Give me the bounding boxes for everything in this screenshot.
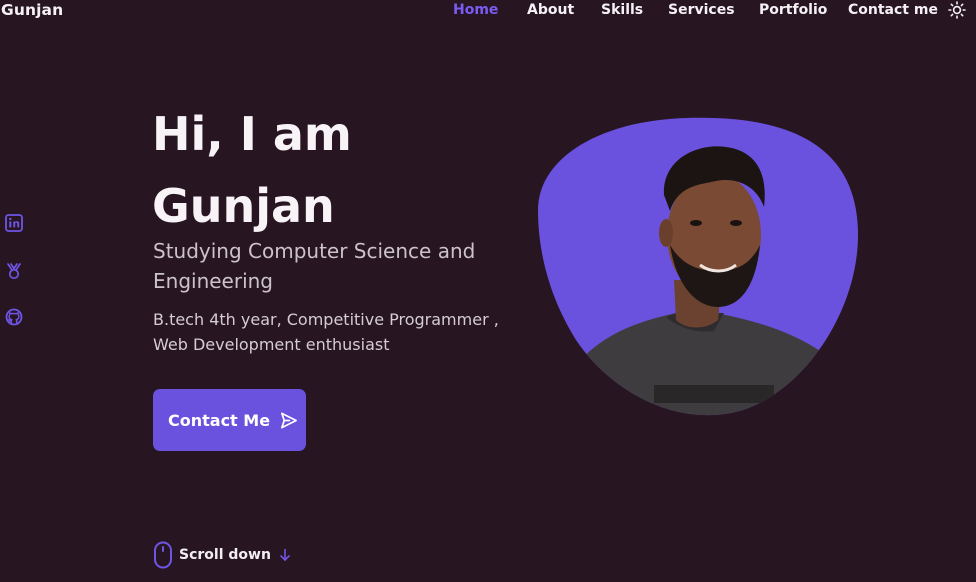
dribbble-icon xyxy=(7,263,21,280)
contact-me-label: Contact Me xyxy=(168,410,271,430)
sun-icon xyxy=(948,1,966,19)
nav-home[interactable]: Home xyxy=(453,2,498,18)
arrow-down-icon xyxy=(280,548,290,561)
hero-title-line1: Hi, I am xyxy=(152,107,352,161)
send-icon xyxy=(281,412,298,428)
hero-title: Hi, I am Gunjan xyxy=(152,98,352,242)
theme-toggle-button[interactable] xyxy=(948,1,966,19)
profile-photo xyxy=(538,117,858,416)
github-icon xyxy=(5,308,23,326)
nav-about[interactable]: About xyxy=(527,2,574,18)
nav-services[interactable]: Services xyxy=(668,2,735,18)
hero-subtitle: Studying Computer Science and Engineerin… xyxy=(153,239,476,293)
github-link[interactable] xyxy=(5,308,23,326)
nav-skills[interactable]: Skills xyxy=(601,2,643,18)
main-nav: Home About Skills Services Portfolio Con… xyxy=(0,2,976,20)
site-header: Gunjan Home About Skills Services Portfo… xyxy=(0,0,976,22)
hero-title-name: Gunjan xyxy=(152,179,335,233)
linkedin-link[interactable] xyxy=(5,214,23,232)
scroll-down-label: Scroll down xyxy=(179,547,271,563)
scroll-down-link[interactable]: Scroll down xyxy=(153,541,291,569)
nav-portfolio[interactable]: Portfolio xyxy=(759,2,827,18)
linkedin-icon xyxy=(5,214,23,232)
contact-me-button[interactable]: Contact Me xyxy=(153,389,306,451)
hero-description: B.tech 4th year, Competitive Programmer … xyxy=(153,310,499,354)
nav-contact[interactable]: Contact me xyxy=(848,2,938,18)
mouse-icon xyxy=(154,541,172,569)
dribbble-link[interactable] xyxy=(5,262,23,280)
